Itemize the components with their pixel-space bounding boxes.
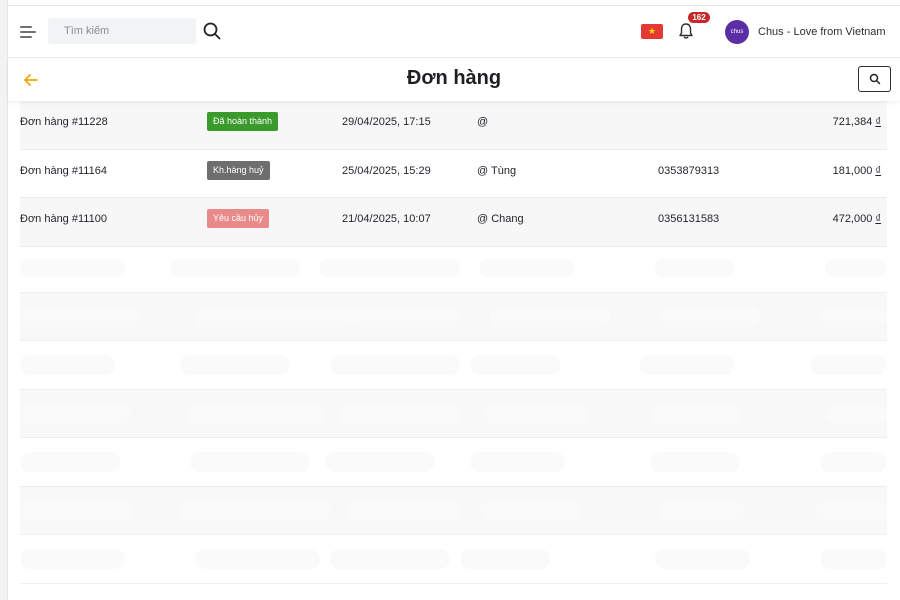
order-code: Đơn hàng #11100 bbox=[20, 213, 107, 225]
order-code: Đơn hàng #11228 bbox=[20, 116, 108, 128]
page-title: Đơn hàng bbox=[406, 67, 502, 89]
customer-name: @ Chang bbox=[477, 213, 524, 225]
menu-icon[interactable] bbox=[20, 24, 38, 40]
notification-badge: 162 bbox=[688, 12, 710, 23]
orders-list: Đơn hàng #11228 Đã hoàn thành 29/04/2025… bbox=[20, 101, 887, 247]
currency-symbol: ₫ bbox=[875, 164, 881, 177]
order-row[interactable]: Đơn hàng #11164 Kh.hàng huỷ 25/04/2025, … bbox=[20, 150, 887, 198]
skeleton-row bbox=[20, 292, 887, 341]
customer-phone: 0353879313 bbox=[658, 164, 720, 177]
avatar[interactable]: chus bbox=[725, 20, 749, 44]
currency-symbol: ₫ bbox=[875, 116, 881, 128]
order-code: Đơn hàng #11164 bbox=[20, 164, 107, 177]
left-edge bbox=[0, 0, 8, 600]
skeleton-row bbox=[20, 341, 887, 390]
currency-symbol: ₫ bbox=[875, 213, 881, 225]
status-badge: Yêu cầu hủy bbox=[207, 209, 270, 228]
order-datetime: 29/04/2025, 17:15 bbox=[342, 116, 431, 128]
customer-name: @ bbox=[477, 116, 489, 128]
order-datetime: 21/04/2025, 10:07 bbox=[342, 213, 431, 225]
order-total-value: 181,000 bbox=[832, 164, 873, 177]
skeleton-row bbox=[20, 486, 887, 535]
skeleton-row bbox=[20, 438, 887, 487]
order-total-value: 472,000 bbox=[832, 213, 873, 225]
skeleton-row bbox=[20, 389, 887, 438]
order-datetime: 25/04/2025, 15:29 bbox=[342, 164, 431, 177]
status-badge: Kh.hàng huỷ bbox=[207, 160, 270, 180]
search-icon[interactable] bbox=[202, 21, 222, 41]
skeleton-row bbox=[20, 244, 887, 293]
order-row[interactable]: Đơn hàng #11100 Yêu cầu hủy 21/04/2025, … bbox=[20, 198, 887, 247]
order-total: 181,000 ₫ bbox=[833, 165, 881, 177]
skeleton-row bbox=[20, 535, 887, 584]
order-total: 721,384 ₫ bbox=[833, 116, 881, 128]
search-icon bbox=[869, 73, 881, 85]
loading-skeleton bbox=[20, 244, 887, 584]
order-search-button[interactable] bbox=[858, 66, 891, 92]
search-input[interactable] bbox=[48, 18, 196, 44]
store-name[interactable]: Chus - Love from Vietnam bbox=[758, 26, 886, 38]
back-arrow-icon[interactable] bbox=[22, 71, 40, 89]
customer-name: @ Tùng bbox=[477, 164, 517, 177]
top-bar: ★ 162 chus Chus - Love from Vietnam bbox=[8, 6, 900, 58]
page-header: Đơn hàng bbox=[8, 59, 900, 101]
status-badge: Đã hoàn thành bbox=[207, 112, 279, 131]
app-frame: ★ 162 chus Chus - Love from Vietnam Đơn … bbox=[0, 0, 900, 600]
order-total: 472,000 ₫ bbox=[833, 213, 881, 225]
customer-phone: 0356131583 bbox=[658, 213, 720, 225]
order-total-value: 721,384 bbox=[832, 116, 873, 128]
order-row[interactable]: Đơn hàng #11228 Đã hoàn thành 29/04/2025… bbox=[20, 101, 887, 150]
bell-icon[interactable] bbox=[678, 22, 694, 40]
vietnam-flag-icon[interactable]: ★ bbox=[641, 24, 663, 39]
